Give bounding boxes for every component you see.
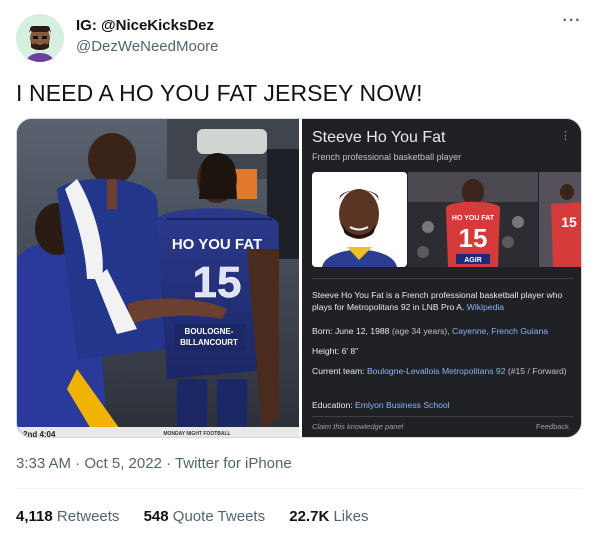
kp-jersey-name: HO YOU FAT bbox=[452, 215, 495, 222]
kp-side-photo: 15 bbox=[539, 172, 581, 267]
kp-height-label: Height: bbox=[312, 346, 340, 356]
kp-born-value: June 12, 1988 bbox=[334, 326, 390, 336]
kp-height-value: 6′ 8″ bbox=[341, 346, 359, 356]
likes-stat[interactable]: 22.7K Likes bbox=[289, 508, 368, 525]
kp-subtitle: French professional basketball player bbox=[312, 152, 462, 162]
game-action-image: HO YOU FAT 15 AGIR bbox=[408, 172, 538, 267]
kp-height-row: Height: 6′ 8″ bbox=[312, 345, 574, 357]
knowledge-panel-screenshot[interactable]: Steeve Ho You Fat French professional ba… bbox=[302, 119, 581, 437]
quote-tweets-label: Quote Tweets bbox=[172, 508, 266, 525]
kp-team-label: Current team: bbox=[312, 366, 365, 376]
kp-more-icon: ⋮ bbox=[560, 130, 571, 142]
author-handle[interactable]: @DezWeNeedMoore bbox=[76, 38, 219, 55]
likes-count: 22.7K bbox=[289, 508, 330, 525]
game-photo[interactable]: HO YOU FAT 15 BOULOGNE- BILLANCOURT 2nd … bbox=[17, 119, 299, 438]
kp-team-row: Current team: Boulogne-Levallois Metropo… bbox=[312, 365, 574, 377]
kp-team-link[interactable]: Boulogne-Levallois Metropolitans 92 bbox=[367, 366, 506, 376]
kp-feedback-link[interactable]: Feedback bbox=[536, 422, 569, 431]
tweet-stats: 4,118 Retweets 548 Quote Tweets 22.7K Li… bbox=[16, 508, 384, 525]
tweet-media[interactable]: HO YOU FAT 15 BOULOGNE- BILLANCOURT 2nd … bbox=[16, 118, 582, 438]
kp-education-label: Education: bbox=[312, 400, 353, 410]
side-action-image: 15 bbox=[539, 172, 581, 267]
kp-born-place-link[interactable]: Cayenne, French Guiana bbox=[452, 326, 548, 336]
retweets-count: 4,118 bbox=[16, 508, 53, 525]
score-bug-text: 2nd 4:04 bbox=[23, 430, 56, 438]
likes-label: Likes bbox=[333, 508, 369, 525]
kp-born-label: Born: bbox=[312, 326, 333, 336]
kp-born-row: Born: June 12, 1988 (age 34 years), Caye… bbox=[312, 325, 574, 337]
kp-jersey-number: 15 bbox=[459, 223, 488, 253]
kp-born-age: (age 34 years), bbox=[391, 326, 450, 336]
kp-sponsor-text: AGIR bbox=[464, 257, 482, 264]
kp-description: Steeve Ho You Fat is a French profession… bbox=[312, 289, 574, 313]
kp-title: Steeve Ho You Fat bbox=[312, 129, 446, 146]
author-avatar[interactable] bbox=[16, 14, 64, 62]
cartoon-avatar-icon bbox=[16, 14, 64, 62]
kp-side-jersey-number: 15 bbox=[561, 214, 577, 230]
kp-education-link[interactable]: Emlyon Business School bbox=[355, 400, 450, 410]
quote-tweets-stat[interactable]: 548 Quote Tweets bbox=[144, 508, 265, 525]
kp-game-photo: HO YOU FAT 15 AGIR bbox=[408, 172, 538, 267]
more-dots-icon[interactable]: ··· bbox=[560, 13, 584, 34]
kp-team-extra: (#15 / Forward) bbox=[507, 366, 567, 376]
author-display-name[interactable]: IG: @NiceKicksDez bbox=[76, 17, 214, 34]
retweets-label: Retweets bbox=[56, 508, 120, 525]
tweet-timestamp[interactable]: 3:33 AM · Oct 5, 2022 · Twitter for iPho… bbox=[16, 455, 292, 472]
kp-portrait-photo bbox=[312, 172, 407, 267]
broadcast-banner-text: MONDAY NIGHT FOOTBALL bbox=[163, 431, 230, 437]
kp-divider-2 bbox=[312, 416, 573, 417]
stats-top-divider bbox=[16, 488, 582, 489]
kp-description-text: Steeve Ho You Fat is a French profession… bbox=[312, 290, 563, 312]
game-photo-image: HO YOU FAT 15 BOULOGNE- BILLANCOURT 2nd … bbox=[17, 119, 299, 438]
kp-education-row: Education: Emlyon Business School bbox=[312, 399, 574, 411]
jersey-number-text: 15 bbox=[193, 258, 242, 307]
tweet-card: IG: @NiceKicksDez @DezWeNeedMoore ··· I … bbox=[0, 0, 598, 541]
shorts-text-1: BOULOGNE- bbox=[185, 327, 234, 336]
kp-divider-1 bbox=[312, 278, 573, 279]
retweets-stat[interactable]: 4,118 Retweets bbox=[16, 508, 119, 525]
shorts-text-2: BILLANCOURT bbox=[180, 338, 238, 347]
quote-tweets-count: 548 bbox=[143, 508, 169, 525]
tweet-text: I NEED A HO YOU FAT JERSEY NOW! bbox=[16, 80, 423, 106]
kp-claim-link[interactable]: Claim this knowledge panel bbox=[312, 422, 403, 431]
portrait-image bbox=[312, 172, 407, 267]
kp-wikipedia-link[interactable]: Wikipedia bbox=[467, 302, 504, 312]
